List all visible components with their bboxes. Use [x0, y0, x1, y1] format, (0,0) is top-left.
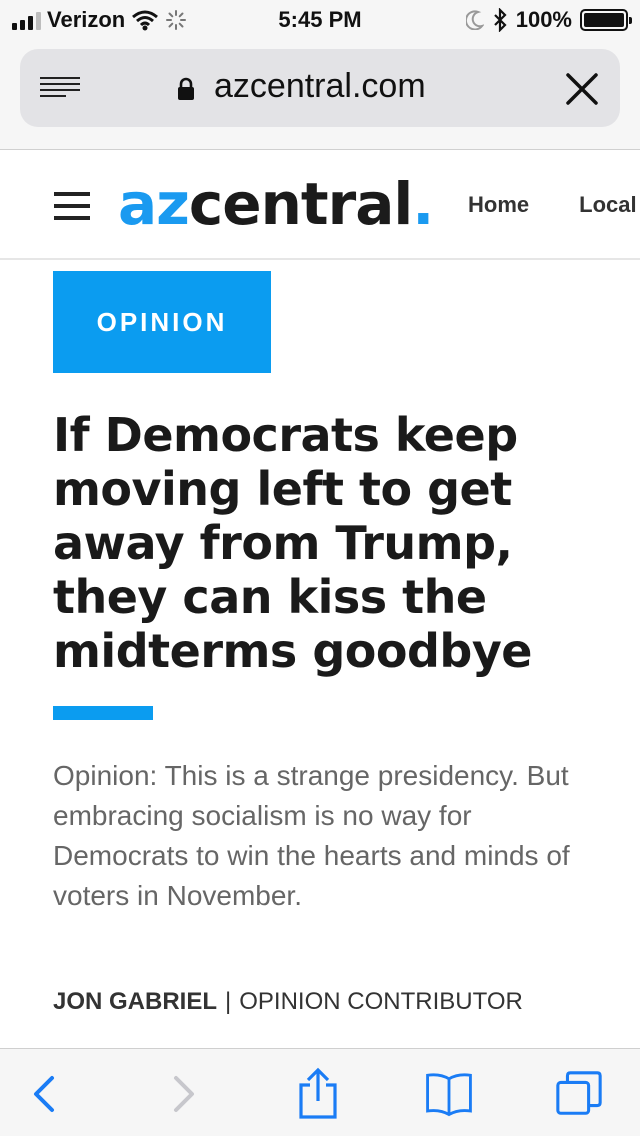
battery-icon [580, 9, 632, 31]
site-header: azcentral. Home Local [0, 150, 640, 260]
back-icon[interactable] [20, 1069, 70, 1119]
author-name[interactable]: JON GABRIEL [53, 988, 217, 1015]
byline-separator: | [225, 988, 232, 1015]
bookmarks-icon[interactable] [424, 1069, 474, 1119]
reader-icon[interactable] [40, 77, 80, 101]
status-right: 100% [465, 7, 632, 33]
moon-icon [465, 10, 484, 30]
nav-item-home[interactable]: Home [468, 192, 529, 218]
author-role: OPINION CONTRIBUTOR [239, 988, 523, 1015]
nav-item-local[interactable]: Local [579, 192, 636, 218]
close-icon[interactable] [564, 71, 600, 107]
bluetooth-icon [493, 8, 507, 32]
browser-address-area: azcentral.com [0, 40, 640, 150]
status-bar: Verizon 5:45 PM 100% [0, 0, 640, 40]
tabs-icon[interactable] [554, 1069, 604, 1119]
site-logo[interactable]: azcentral. [118, 170, 434, 238]
url-text: azcentral.com [214, 67, 426, 105]
battery-percent: 100% [515, 7, 572, 32]
hamburger-menu-icon[interactable] [54, 192, 90, 220]
forward-icon[interactable] [158, 1069, 208, 1119]
article-headline: If Democrats keep moving left to get awa… [53, 408, 533, 678]
address-bar[interactable]: azcentral.com [20, 49, 620, 127]
section-badge[interactable]: OPINION [53, 271, 271, 373]
lock-icon [178, 77, 194, 100]
browser-toolbar [0, 1048, 640, 1136]
share-icon[interactable] [293, 1067, 343, 1119]
article-summary: Opinion: This is a strange presidency. B… [53, 760, 570, 911]
headline-divider [53, 706, 153, 720]
site-nav: Home Local [468, 192, 637, 218]
byline: JON GABRIEL | OPINION CONTRIBUTOR [53, 986, 593, 1018]
